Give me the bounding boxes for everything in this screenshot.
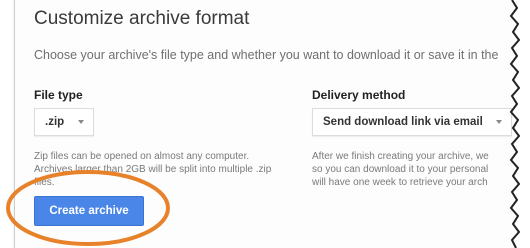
file-type-label: File type	[34, 88, 83, 102]
delivery-helper-text: After we finish creating your archive, w…	[312, 150, 489, 189]
screenshot-frame: Customize archive format Choose your arc…	[0, 0, 530, 248]
file-type-value: .zip	[45, 116, 65, 128]
delivery-method-label: Delivery method	[312, 88, 406, 102]
chevron-down-icon	[496, 120, 502, 124]
page-subtitle: Choose your archive's file type and whet…	[34, 48, 499, 62]
delivery-method-value: Send download link via email	[323, 116, 483, 128]
delivery-helper-line: After we finish creating your archive, w…	[312, 151, 489, 162]
create-archive-button[interactable]: Create archive	[34, 196, 144, 226]
delivery-helper-line: so you can download it to your personal	[312, 164, 489, 175]
file-type-helper-line: files.	[34, 177, 55, 188]
chevron-down-icon	[78, 120, 84, 124]
delivery-helper-line: will have one week to retrieve your arch	[312, 177, 488, 188]
file-type-helper-text: Zip files can be opened on almost any co…	[34, 150, 271, 189]
delivery-method-select[interactable]: Send download link via email	[312, 108, 512, 136]
page-title: Customize archive format	[34, 8, 250, 29]
file-type-helper-line: Zip files can be opened on almost any co…	[34, 151, 250, 162]
file-type-select[interactable]: .zip	[34, 108, 94, 136]
file-type-helper-line: Archives larger than 2GB will be split i…	[34, 164, 272, 175]
